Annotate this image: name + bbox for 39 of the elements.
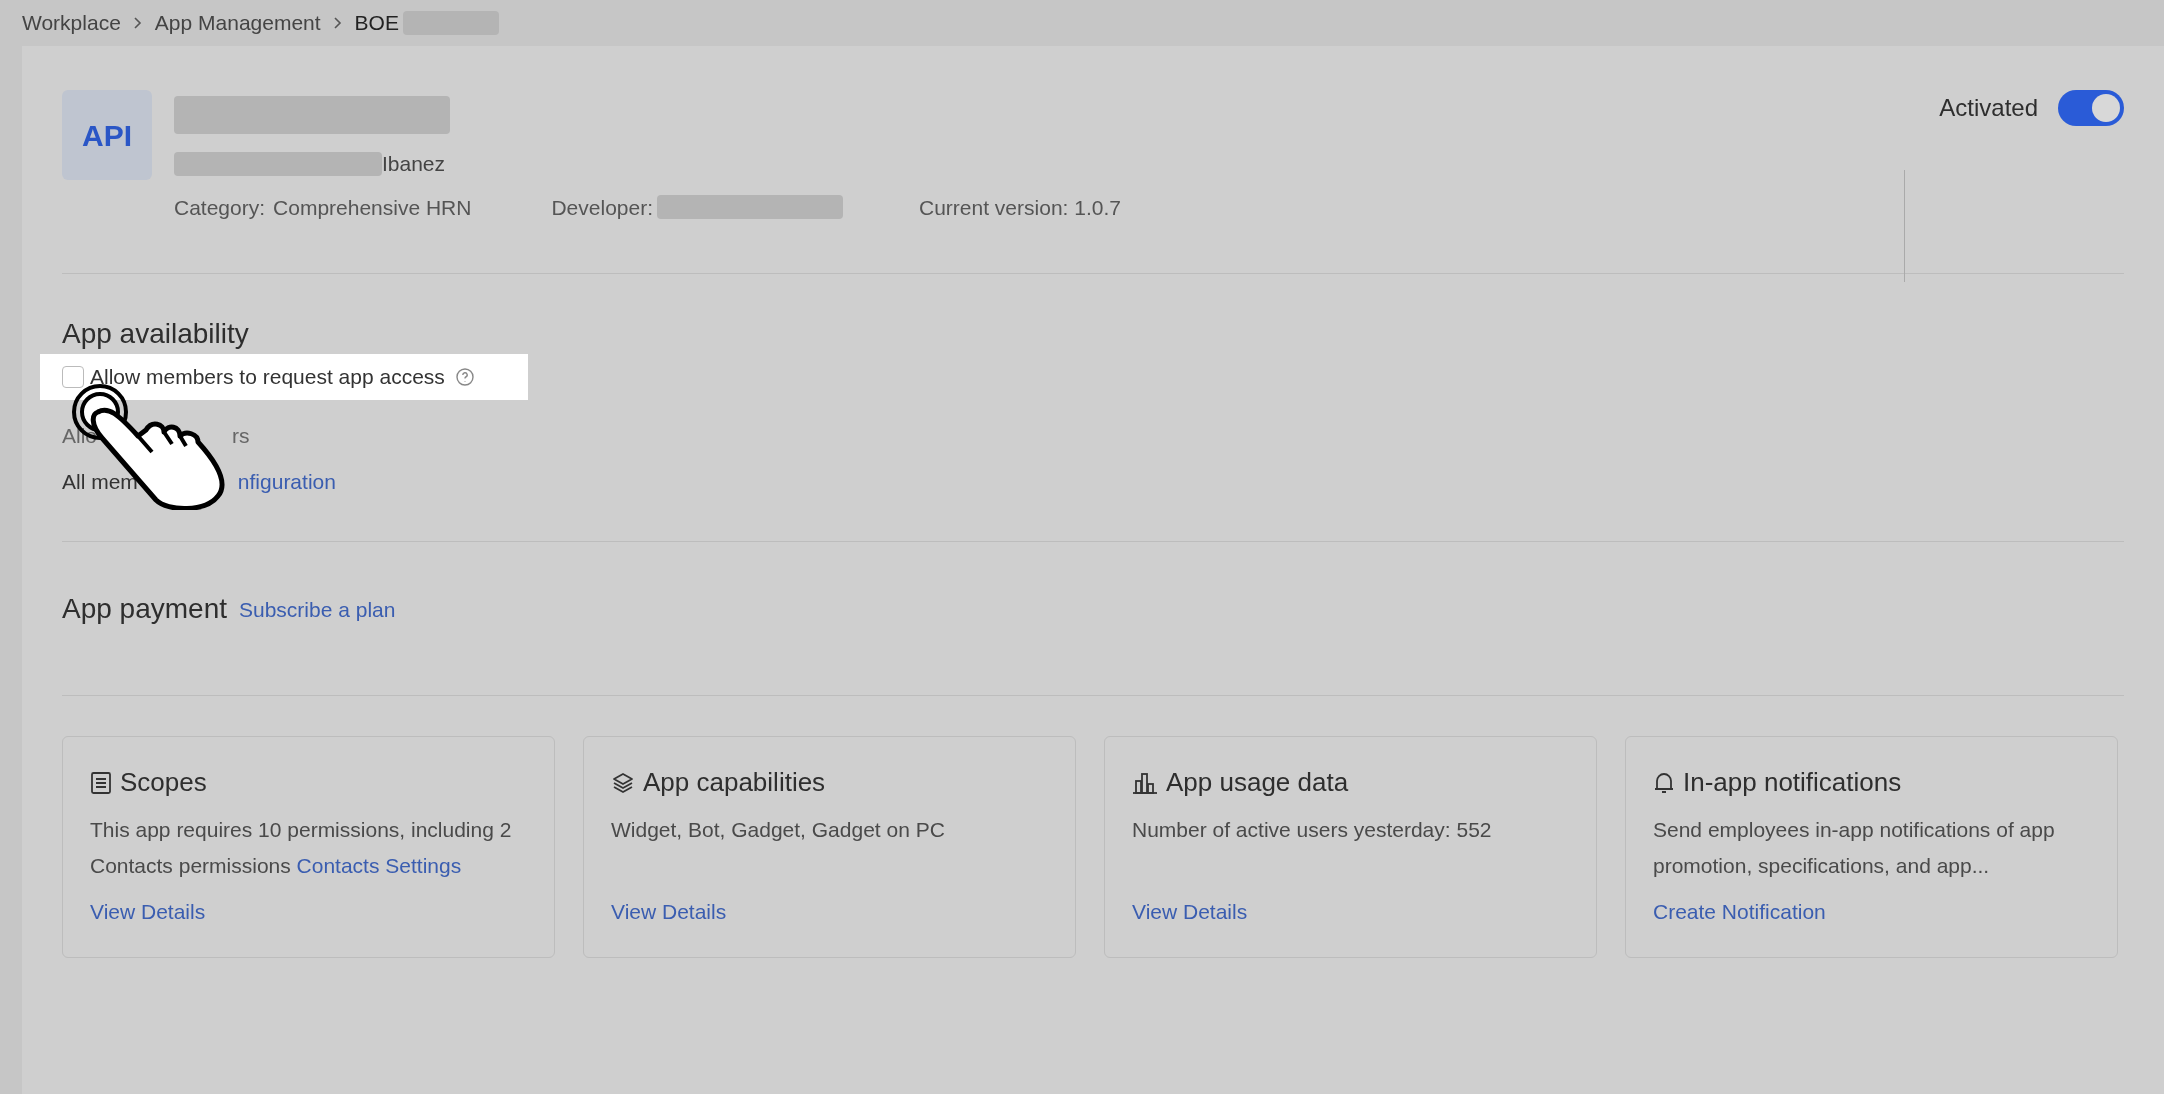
card-title: App usage data — [1166, 766, 1349, 799]
activation-label: Activated — [1939, 93, 2038, 123]
current-version: Current version: 1.0.7 — [919, 194, 1121, 221]
developer-label: Developer: — [551, 194, 653, 221]
card-description: This app requires 10 permissions, including 2 Contacts permissions Contacts Settings — [90, 817, 513, 879]
card-description: Widget, Bot, Gadget, Gadget on PC — [611, 817, 946, 843]
chevron-right-icon — [332, 16, 343, 30]
bar-chart-icon — [1132, 770, 1158, 795]
bell-icon — [1653, 770, 1675, 795]
category-label: Category: — [174, 194, 266, 221]
chevron-right-icon — [132, 16, 143, 30]
layers-icon — [611, 770, 635, 795]
card-title: App capabilities — [643, 766, 826, 799]
section-title: App payment — [62, 592, 227, 626]
breadcrumb-item: BOE — [354, 10, 399, 37]
card-link[interactable]: Create Notification — [1653, 896, 2090, 928]
card-link[interactable]: View Details — [611, 896, 1048, 928]
api-logo: API — [62, 90, 152, 180]
card-description: Send employees in-app notifications of app promotion, specifications, and app... — [1653, 817, 2056, 879]
card-title: Scopes — [120, 766, 207, 799]
checkbox[interactable] — [62, 366, 84, 388]
subscribe-link[interactable]: Subscribe a plan — [239, 594, 396, 626]
card-link[interactable]: View Details — [90, 896, 527, 928]
section-title: App availability — [62, 318, 250, 350]
help-icon[interactable] — [454, 367, 475, 387]
checkbox-label: Allow members to request app access — [90, 364, 445, 391]
category-value: Comprehensive HRN — [273, 194, 472, 221]
card-link[interactable]: View Details — [1132, 896, 1569, 928]
scope-text: All mem — [62, 468, 138, 495]
card-title: In-app notifications — [1683, 766, 1902, 799]
breadcrumb-item[interactable]: Workplace — [22, 7, 121, 39]
activation-toggle[interactable] — [2058, 90, 2124, 126]
document-list-icon — [90, 770, 112, 795]
allowed-label: rs — [232, 423, 250, 449]
owner-name: Ibanez — [382, 151, 446, 177]
contacts-settings-link[interactable]: Contacts Settings — [296, 854, 462, 877]
card-description: Number of active users yesterday: 552 — [1132, 817, 1493, 843]
configuration-link[interactable]: nfiguration — [237, 465, 336, 497]
breadcrumb-item[interactable]: App Management — [154, 7, 321, 39]
